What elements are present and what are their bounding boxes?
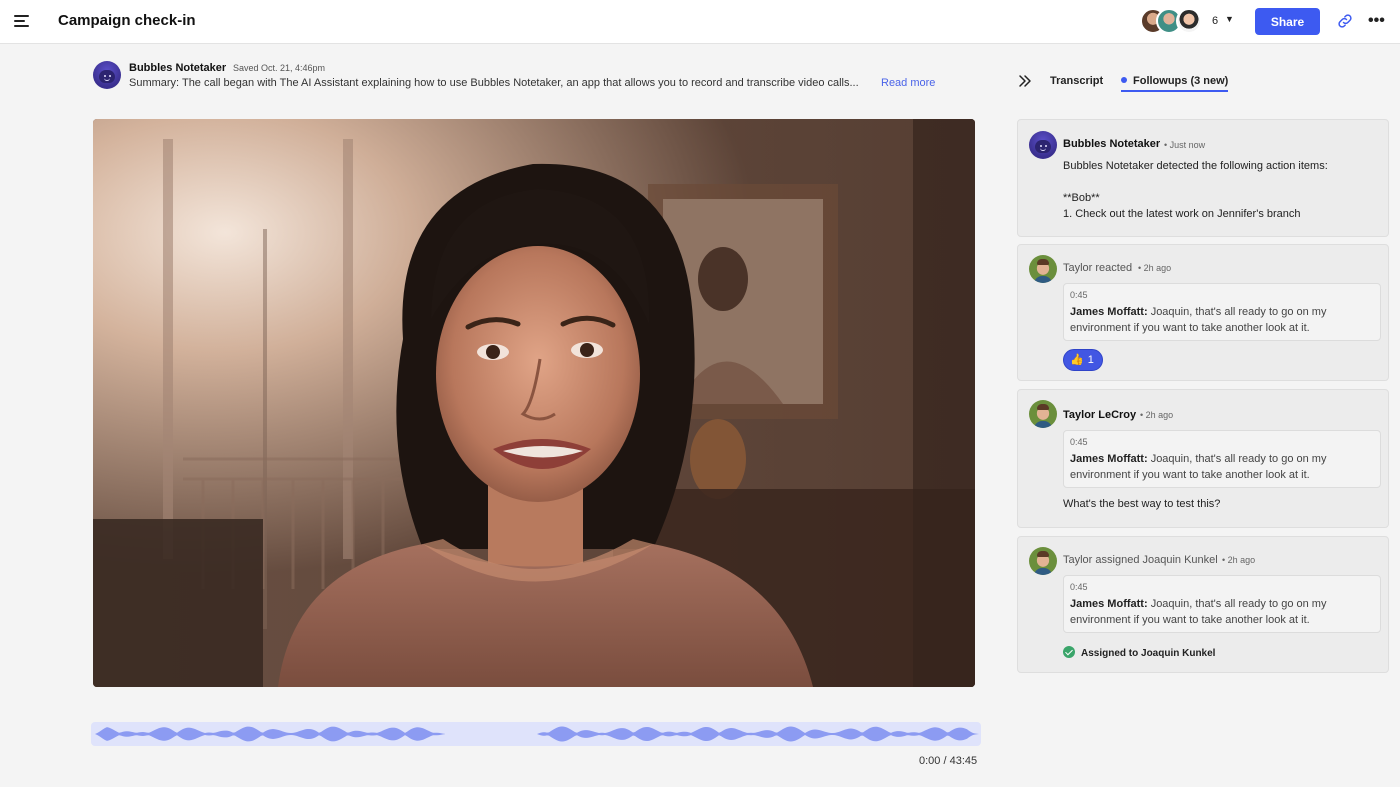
waveform-segment: [537, 726, 979, 742]
summary-saved-time: Saved Oct. 21, 4:46pm: [233, 63, 326, 73]
read-more-link[interactable]: Read more: [881, 77, 935, 89]
avatar: [1029, 547, 1057, 575]
avatar: [1029, 255, 1057, 283]
avatar: [1029, 400, 1057, 428]
avatar: [1176, 8, 1202, 34]
card-action-text: Taylor assigned Joaquin Kunkel: [1063, 554, 1218, 566]
card-time: • 2h ago: [1222, 555, 1256, 565]
action-item: 1. Check out the latest work on Jennifer…: [1063, 208, 1301, 220]
summary-author: Bubbles Notetaker: [129, 62, 227, 74]
summary-text: Summary: The call began with The AI Assi…: [129, 77, 859, 89]
card-time: • Just now: [1164, 140, 1206, 150]
followup-card: Taylor assigned Joaquin Kunkel • 2h ago …: [1017, 536, 1389, 673]
more-horizontal-icon[interactable]: •••: [1368, 13, 1385, 29]
transcript-quote[interactable]: 0:45 James Moffatt: Joaquin, that's all …: [1063, 283, 1381, 341]
link-icon[interactable]: [1336, 12, 1354, 30]
tab-followups[interactable]: Followups (3 new): [1121, 75, 1229, 92]
transcript-quote[interactable]: 0:45 James Moffatt: Joaquin, that's all …: [1063, 575, 1381, 633]
reaction-badge[interactable]: 👍 1: [1063, 349, 1103, 371]
transcript-quote[interactable]: 0:45 James Moffatt: Joaquin, that's all …: [1063, 430, 1381, 488]
chevron-down-icon[interactable]: ▼: [1225, 14, 1234, 24]
hamburger-icon[interactable]: [14, 14, 30, 28]
audio-waveform-scrubber[interactable]: [91, 722, 981, 746]
action-item-person: **Bob**: [1063, 192, 1100, 204]
unread-dot: [1121, 77, 1127, 83]
page-title: Campaign check-in: [58, 12, 196, 29]
waveform-graphic: [95, 726, 979, 742]
card-intro: Bubbles Notetaker detected the following…: [1063, 160, 1328, 172]
reaction-count: 1: [1087, 354, 1094, 366]
participant-avatars[interactable]: [1140, 8, 1210, 36]
followup-card: Taylor LeCroy • 2h ago 0:45 James Moffat…: [1017, 389, 1389, 528]
top-bar: Campaign check-in 6 ▼ Share •••: [0, 0, 1400, 44]
participant-count[interactable]: 6: [1212, 15, 1218, 27]
check-circle-icon: [1063, 646, 1075, 658]
bot-avatar: [93, 61, 121, 89]
video-player[interactable]: [93, 119, 975, 687]
quote-timestamp[interactable]: 0:45: [1070, 290, 1088, 300]
tab-transcript[interactable]: Transcript: [1050, 75, 1103, 87]
followup-card: Taylor reacted • 2h ago 0:45 James Moffa…: [1017, 244, 1389, 381]
video-frame-image: [93, 119, 975, 687]
quote-text: James Moffatt: Joaquin, that's all ready…: [1070, 306, 1327, 334]
tab-followups-label: Followups (3 new): [1133, 75, 1229, 87]
thumbs-up-icon: 👍: [1070, 354, 1084, 366]
comment-text: What's the best way to test this?: [1063, 498, 1221, 510]
quote-timestamp[interactable]: 0:45: [1070, 582, 1088, 592]
card-author: Taylor LeCroy: [1063, 409, 1137, 421]
card-time: • 2h ago: [1138, 263, 1172, 273]
quote-timestamp[interactable]: 0:45: [1070, 437, 1088, 447]
card-time: • 2h ago: [1140, 410, 1174, 420]
quote-text: James Moffatt: Joaquin, that's all ready…: [1070, 453, 1327, 481]
quote-text: James Moffatt: Joaquin, that's all ready…: [1070, 598, 1327, 626]
share-button[interactable]: Share: [1255, 8, 1320, 35]
card-author: Bubbles Notetaker: [1063, 138, 1161, 150]
waveform-segment: [95, 726, 445, 742]
time-display: 0:00 / 43:45: [919, 755, 978, 767]
assigned-status: Assigned to Joaquin Kunkel: [1063, 646, 1215, 659]
chevrons-right-icon[interactable]: [1018, 74, 1032, 88]
card-action-text: Taylor reacted: [1063, 262, 1133, 274]
followup-card: Bubbles Notetaker • Just now Bubbles Not…: [1017, 119, 1389, 237]
bot-avatar: [1029, 131, 1057, 159]
